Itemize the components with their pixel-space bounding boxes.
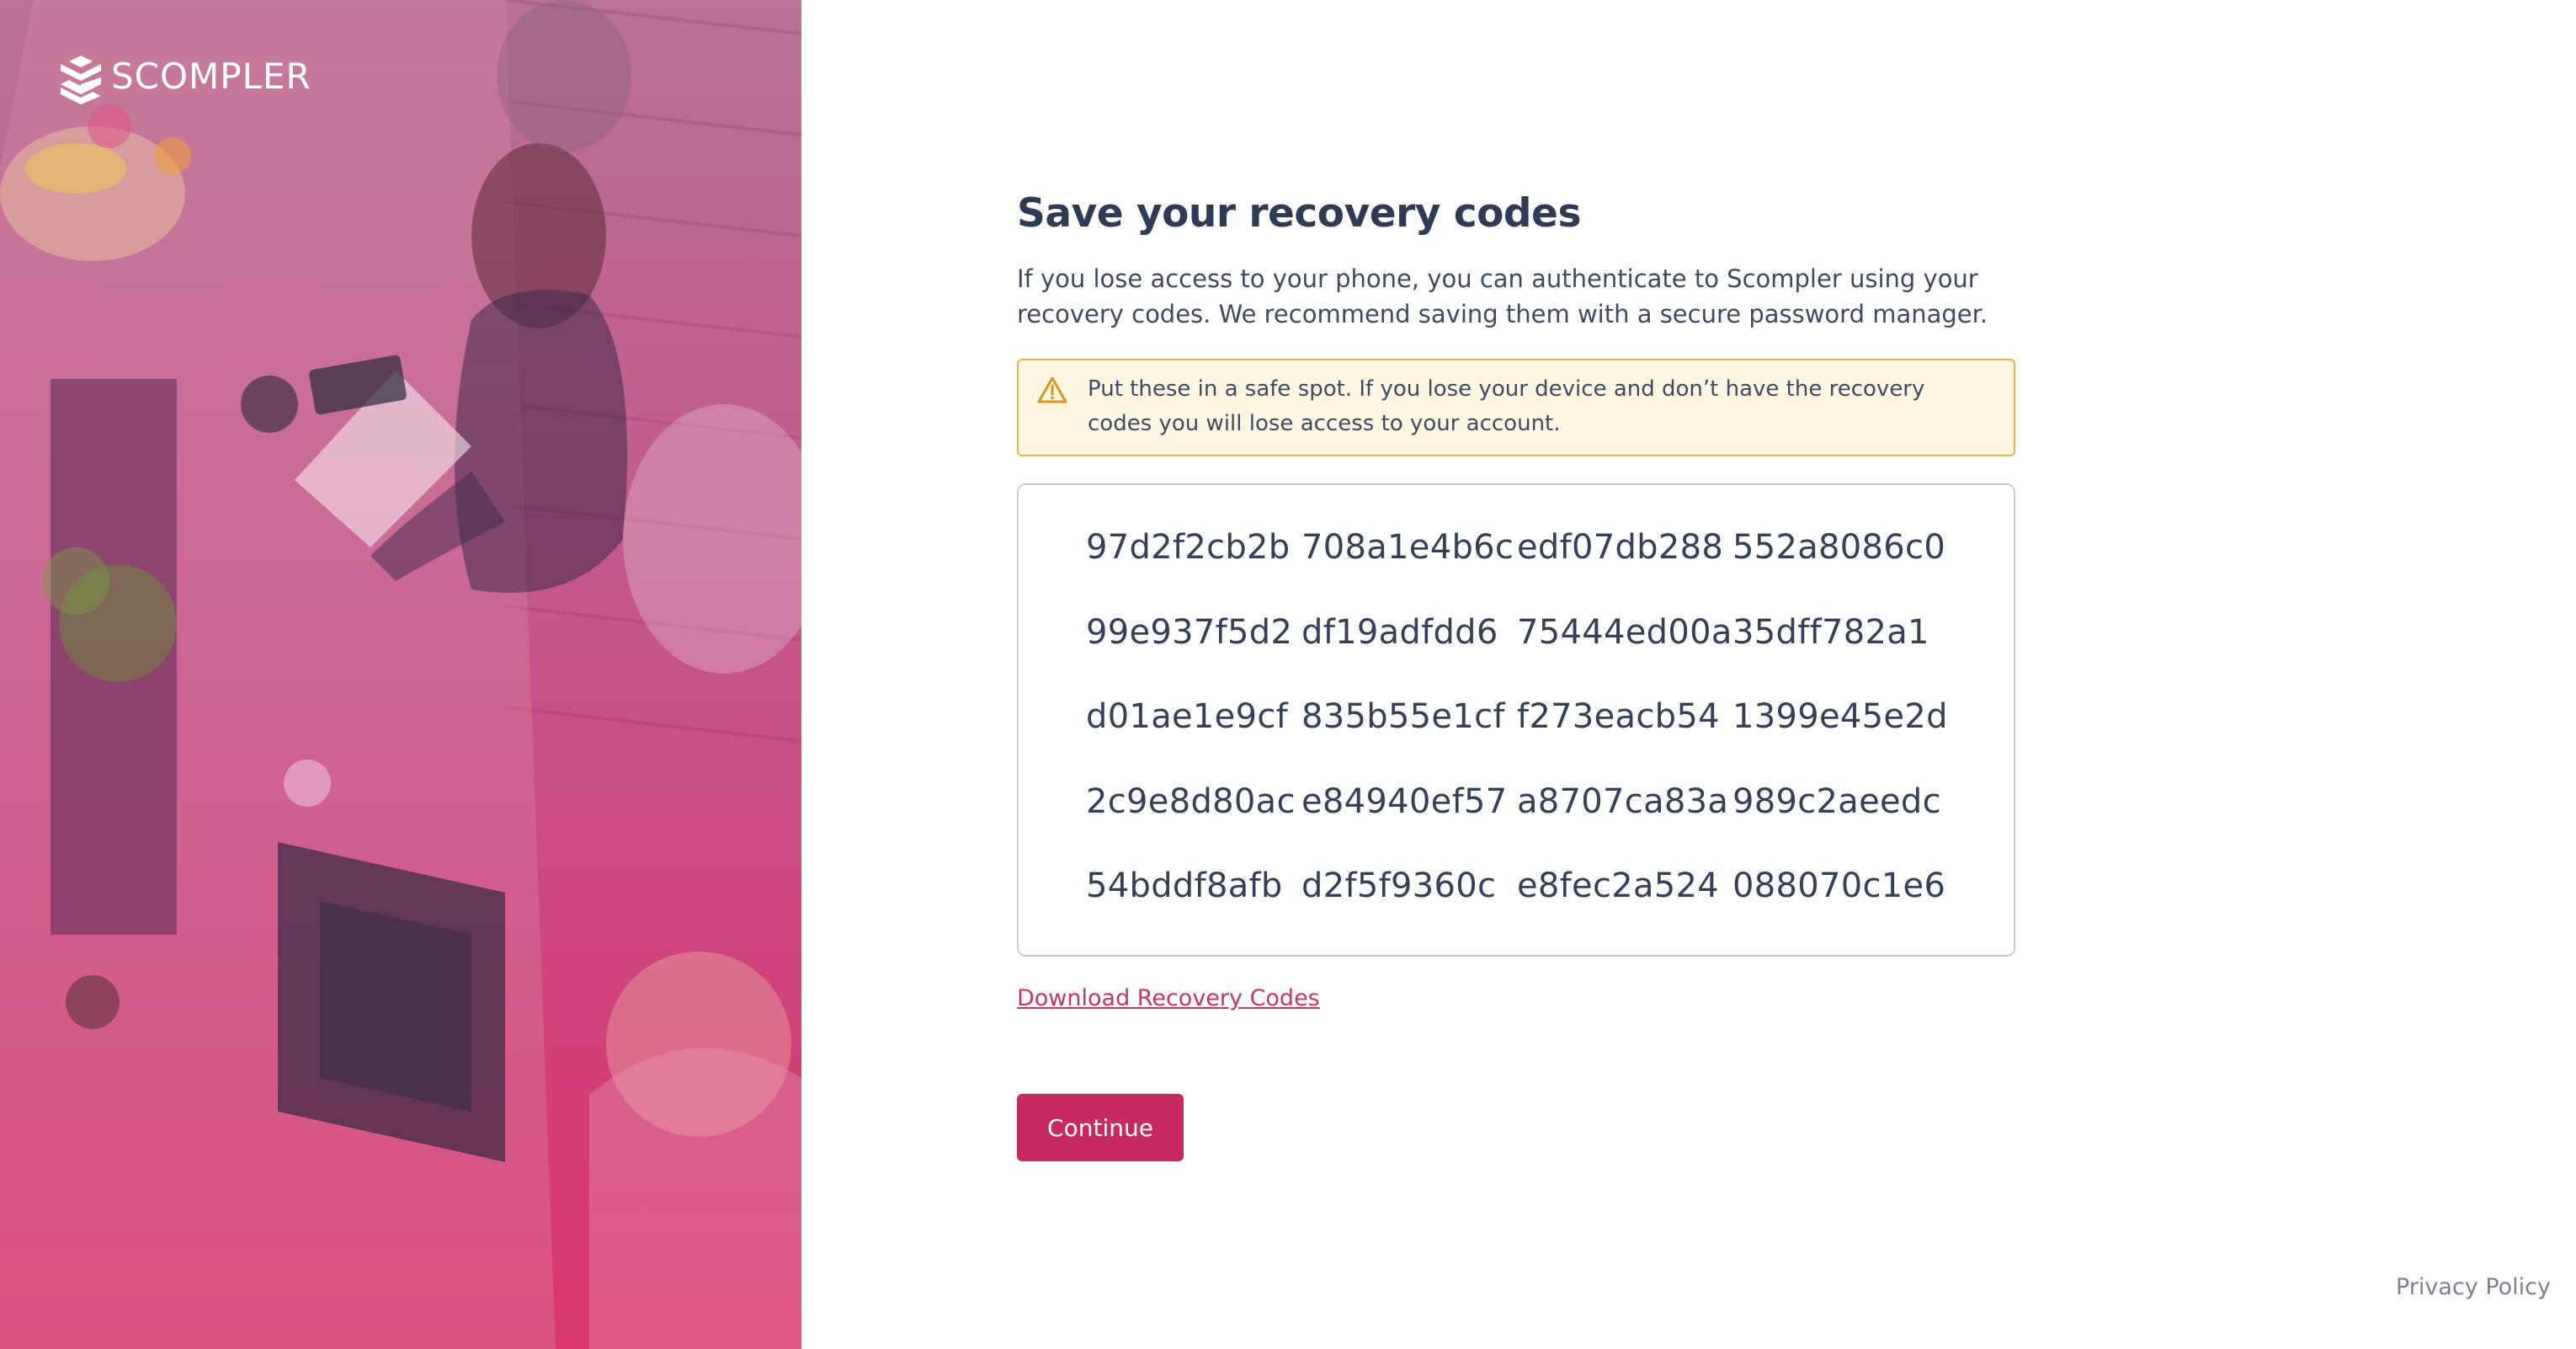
page-title: Save your recovery codes <box>1017 190 1581 237</box>
recovery-code: 54bddf8afb <box>1086 866 1283 905</box>
recovery-code: f273eacb54 <box>1517 697 1720 736</box>
download-recovery-codes-link[interactable]: Download Recovery Codes <box>1017 985 1320 1011</box>
recovery-code: 1399e45e2d <box>1732 697 1948 736</box>
recovery-code: d2f5f9360c <box>1301 866 1497 905</box>
main-content: Save your recovery codes If you lose acc… <box>801 0 2576 1349</box>
scompler-logo-icon <box>61 47 101 104</box>
recovery-code: d01ae1e9cf <box>1086 697 1288 736</box>
recovery-code: 552a8086c0 <box>1732 528 1946 567</box>
recovery-code: edf07db288 <box>1517 528 1724 567</box>
recovery-code: 2c9e8d80ac <box>1086 781 1296 821</box>
recovery-code: 75444ed00a <box>1517 612 1732 652</box>
warning-alert: Put these in a safe spot. If you lose yo… <box>1017 359 2015 456</box>
recovery-code: df19adfdd6 <box>1301 612 1498 652</box>
brand-logo: SCOMPLER <box>57 45 311 106</box>
recovery-code: 088070c1e6 <box>1732 866 1946 905</box>
hero-photo-illustration <box>0 0 801 1349</box>
recovery-code: 99e937f5d2 <box>1086 612 1293 652</box>
warning-triangle-icon <box>1037 376 1067 403</box>
recovery-code: a8707ca83a <box>1517 781 1729 821</box>
intro-text: If you lose access to your phone, you ca… <box>1017 264 1988 328</box>
recovery-code: 97d2f2cb2b <box>1086 528 1291 567</box>
brand-name: SCOMPLER <box>111 55 311 97</box>
recovery-codes-panel: Save your recovery codes If you lose acc… <box>1017 187 2019 1161</box>
recovery-code: e8fec2a524 <box>1517 866 1720 905</box>
recovery-code: 35dff782a1 <box>1732 612 1929 652</box>
hero-image-panel: SCOMPLER <box>0 0 801 1349</box>
recovery-code: e84940ef57 <box>1301 781 1508 821</box>
warning-text: Put these in a safe spot. If you lose yo… <box>1088 376 1925 436</box>
page: SCOMPLER Save your recovery codes If you… <box>0 0 2576 1349</box>
privacy-policy-link[interactable]: Privacy Policy <box>2396 1274 2551 1300</box>
recovery-code: 835b55e1cf <box>1301 697 1505 736</box>
recovery-codes-box: 97d2f2cb2b 708a1e4b6c edf07db288 552a808… <box>1017 483 2015 957</box>
continue-button[interactable]: Continue <box>1017 1094 1184 1161</box>
recovery-code: 708a1e4b6c <box>1301 528 1514 567</box>
recovery-codes-grid: 97d2f2cb2b 708a1e4b6c edf07db288 552a808… <box>1086 525 2014 949</box>
recovery-code: 989c2aeedc <box>1732 781 1941 821</box>
